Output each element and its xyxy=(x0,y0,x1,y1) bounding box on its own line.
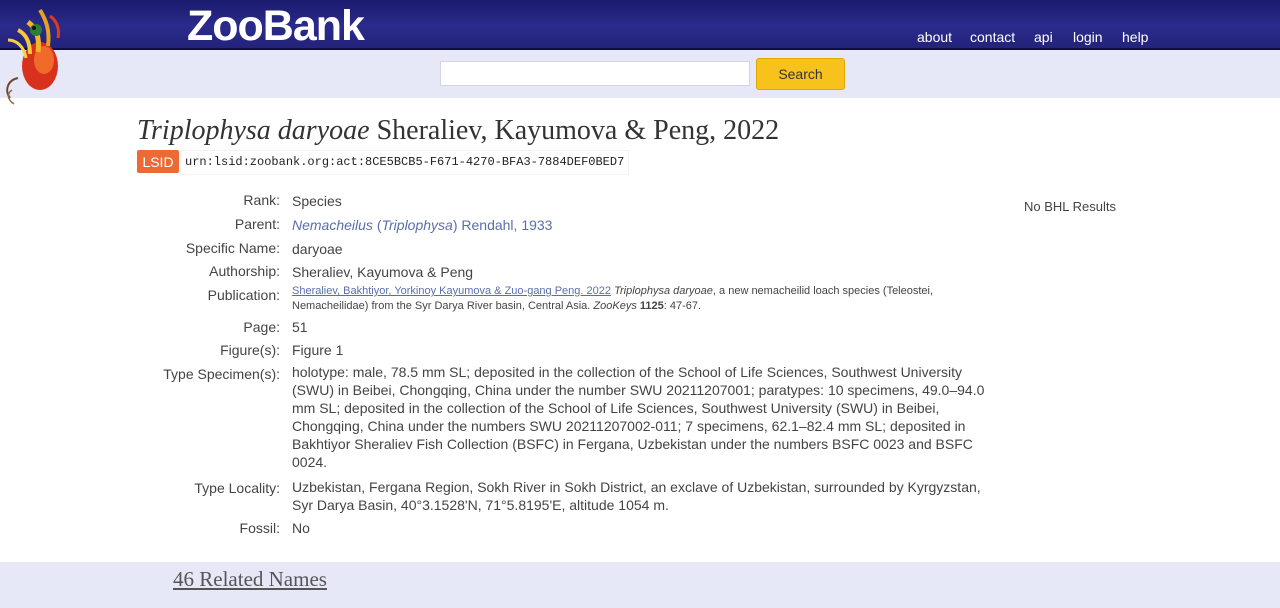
bird-of-paradise-logo-icon xyxy=(6,8,60,105)
parent-genus[interactable]: Nemacheilus xyxy=(292,217,373,233)
zoobank-logo[interactable]: ZooBank xyxy=(187,2,365,51)
page-label: Page: xyxy=(243,319,280,335)
publication-journal: ZooKeys xyxy=(593,300,637,312)
specific-name-value: daryoae xyxy=(292,241,343,257)
search-bar: Search xyxy=(0,50,1280,98)
publication-pages: : 47-67. xyxy=(663,300,702,312)
authorship-value: Sheraliev, Kayumova & Peng xyxy=(292,264,474,280)
figures-value: Figure 1 xyxy=(292,342,344,358)
nav-login[interactable]: login xyxy=(1073,29,1103,45)
nav-api[interactable]: api xyxy=(1034,29,1053,45)
page-value: 51 xyxy=(292,319,308,335)
bhl-results: No BHL Results xyxy=(1024,199,1116,214)
publication-authors-link[interactable]: Sheraliev, Bakhtiyor, Yorkinoy Kayumova … xyxy=(292,285,611,297)
authorship-label: Authorship: xyxy=(209,263,280,279)
nav-contact[interactable]: contact xyxy=(970,29,1015,45)
publication-value: Sheraliev, Bakhtiyor, Yorkinoy Kayumova … xyxy=(292,284,972,314)
fossil-value: No xyxy=(292,520,310,536)
page-title: Triplophysa daryoae Sheraliev, Kayumova … xyxy=(137,115,779,147)
figures-label: Figure(s): xyxy=(220,342,280,358)
related-names-bar: 46 Related Names xyxy=(0,562,1280,608)
parent-value[interactable]: Nemacheilus (Triplophysa) Rendahl, 1933 xyxy=(292,216,992,234)
main-content: Triplophysa daryoae Sheraliev, Kayumova … xyxy=(0,98,1280,562)
specific-name-label: Specific Name: xyxy=(185,240,280,256)
publication-taxon: Triplophysa daryoae xyxy=(614,285,713,297)
search-button[interactable]: Search xyxy=(756,58,845,90)
type-locality-label: Type Locality: xyxy=(194,480,280,496)
fossil-label: Fossil: xyxy=(239,520,280,536)
nav-about[interactable]: about xyxy=(917,29,952,45)
top-header: ZooBank about contact api login help xyxy=(0,0,1280,50)
rank-value: Species xyxy=(292,193,342,209)
title-authority: Sheraliev, Kayumova & Peng, 2022 xyxy=(369,115,780,146)
lsid-badge: LSID xyxy=(137,150,179,173)
type-locality-value: Uzbekistan, Fergana Region, Sokh River i… xyxy=(292,479,981,513)
lsid-value[interactable]: urn:lsid:zoobank.org:act:8CE5BCB5-F671-4… xyxy=(180,150,630,175)
publication-volume: 1125 xyxy=(639,300,664,312)
title-taxon-name: Triplophysa daryoae xyxy=(137,115,370,146)
search-input[interactable] xyxy=(440,61,750,86)
parent-subgenus[interactable]: Triplophysa xyxy=(382,217,453,233)
parent-author[interactable]: Rendahl, 1933 xyxy=(458,217,552,233)
related-names-link[interactable]: 46 Related Names xyxy=(173,567,327,592)
type-specimens-value: holotype: male, 78.5 mm SL; deposited in… xyxy=(292,364,985,470)
nav-help[interactable]: help xyxy=(1122,29,1148,45)
publication-label: Publication: xyxy=(207,287,280,303)
rank-label: Rank: xyxy=(243,192,280,208)
parent-label: Parent: xyxy=(234,216,280,232)
type-specimens-label: Type Specimen(s): xyxy=(163,366,280,382)
